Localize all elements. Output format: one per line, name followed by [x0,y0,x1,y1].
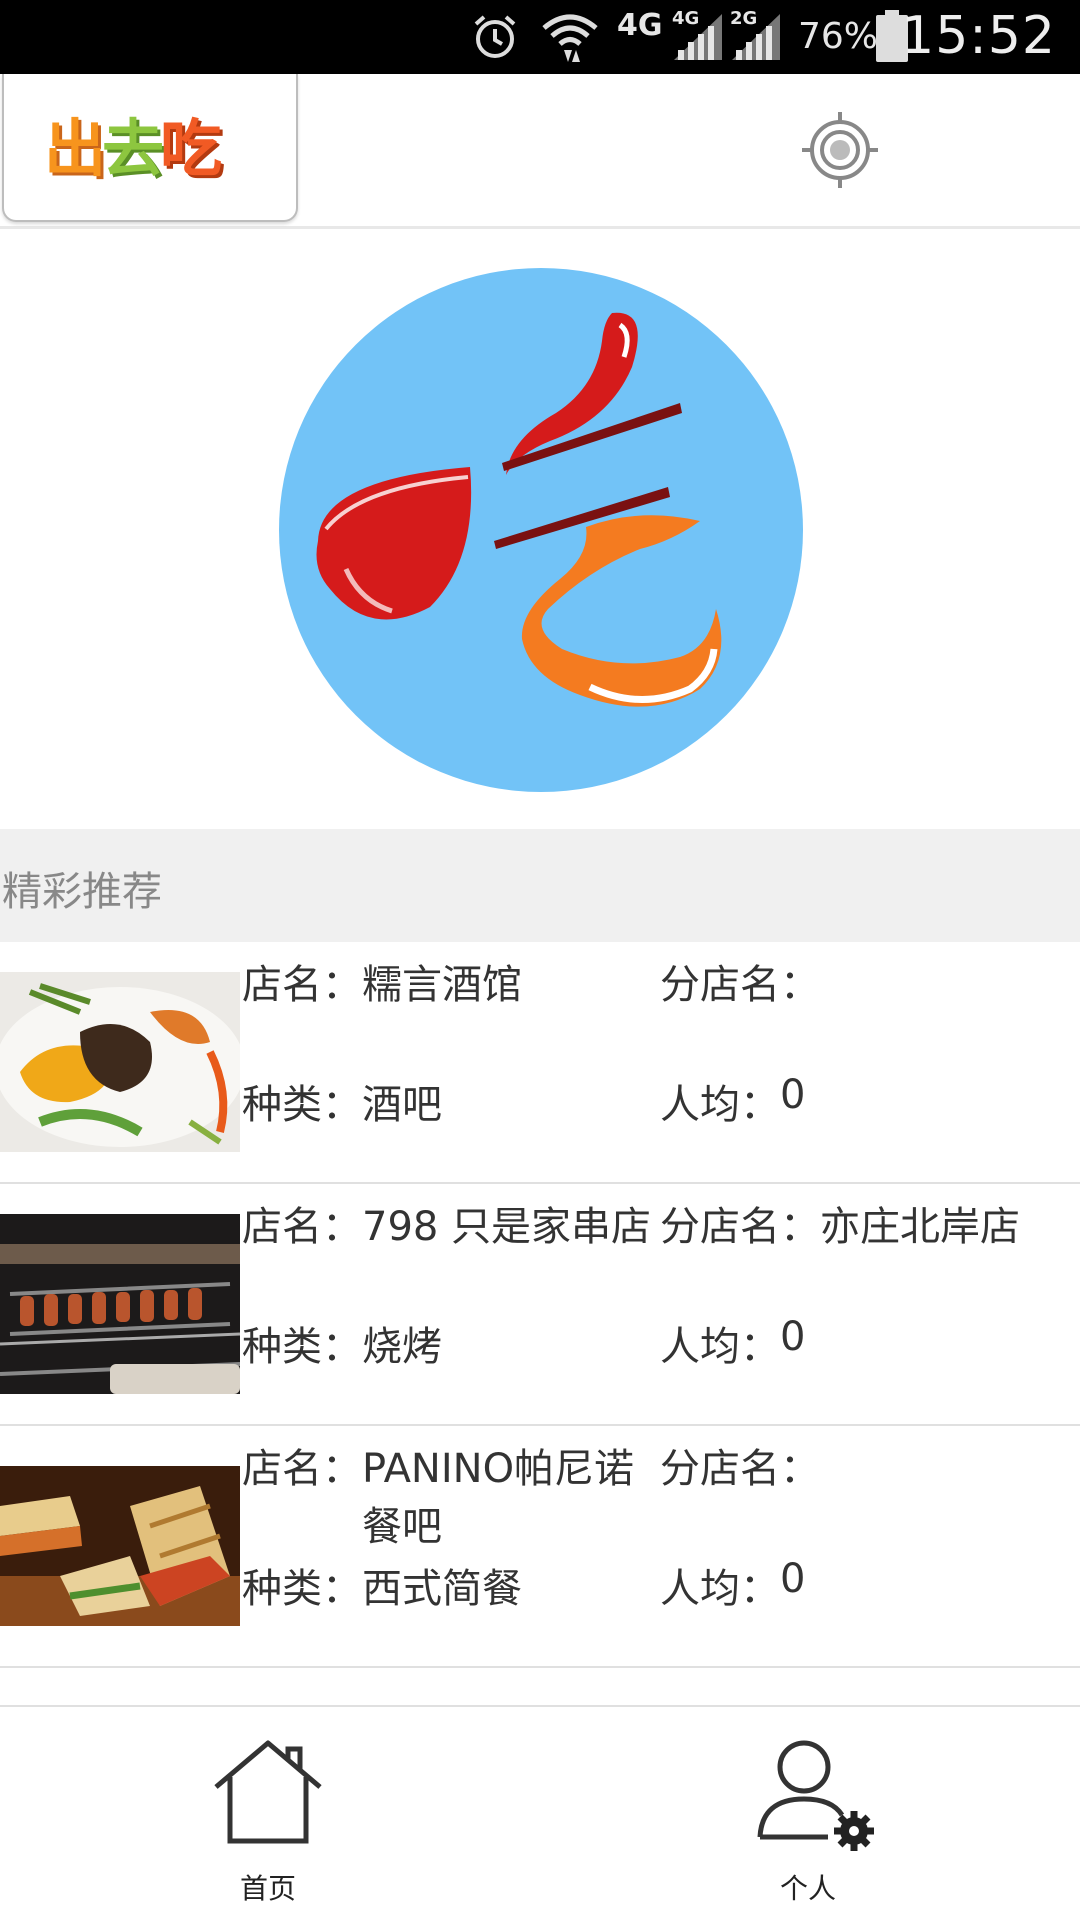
avg-price: 0 [780,1314,806,1360]
signal-icon [732,14,780,60]
wifi-icon [542,14,598,62]
branch-name-label: 分店名： [660,1204,820,1250]
category-field: 种类：西式简餐 [242,1556,642,1614]
shop-name-field: 店名：PANINO帕尼诺餐吧 [242,1436,642,1552]
app-logo: 出去吃 [2,74,298,222]
category-label: 种类： [242,1082,362,1128]
logo-text: 出去吃 [44,98,222,188]
shop-name-field: 店名：798 只是家串店 [242,1194,662,1252]
crosshair-icon[interactable] [800,110,880,190]
avg-price-label: 人均： [660,1324,780,1370]
category-field: 种类：烧烤 [242,1314,642,1372]
nav-home[interactable]: 首页 [168,1707,368,1922]
branch-name-label: 分店名： [660,962,820,1008]
branch-name-field: 分店名：亦庄北岸店 [660,1194,1080,1252]
list-item[interactable]: 店名：798 只是家串店 分店名：亦庄北岸店 种类：烧烤 人均：0 [0,1184,1080,1426]
shop-category: 酒吧 [362,1082,442,1128]
branch-name-label: 分店名： [660,1446,820,1492]
shop-thumbnail [0,972,240,1152]
section-title: 精彩推荐 [2,869,162,915]
shop-name-label: 店名： [242,1446,362,1492]
avg-price-field: 人均：0 [660,1314,1060,1372]
avg-price: 0 [780,1072,806,1118]
shop-thumbnail [0,1214,240,1394]
logo-char: 吃 [160,112,222,185]
list-item[interactable]: 店名：糯言酒馆 分店名： 种类：酒吧 人均：0 [0,942,1080,1184]
app-header: 出去吃 [0,74,1080,229]
shop-name: 798 只是家串店 [362,1204,652,1250]
hero-banner [0,229,1080,829]
logo-char: 去 [102,112,164,185]
clock: 15:52 [901,6,1056,66]
avg-price: 0 [780,1556,806,1602]
shop-name-field: 店名：糯言酒馆 [242,952,642,1010]
avg-price-field: 人均：0 [660,1072,1060,1130]
shop-name: 糯言酒馆 [362,962,522,1008]
battery-percent: 76% [798,16,879,57]
shop-category: 西式简餐 [362,1566,522,1612]
list-item[interactable]: 店名：PANINO帕尼诺餐吧 分店名： 种类：西式简餐 人均：0 [0,1426,1080,1668]
section-header: 精彩推荐 [0,829,1080,942]
chi-logo-icon [279,268,803,792]
branch-name-field: 分店名： [660,952,1080,1010]
network-type-label: 4G [617,8,663,43]
nav-profile[interactable]: 个人 [708,1707,908,1922]
branch-name: 亦庄北岸店 [820,1204,1020,1250]
nav-profile-label: 个人 [779,1872,836,1905]
avg-price-label: 人均： [660,1566,780,1612]
status-bar: 4G 4G 2G 76% 15:52 [0,0,1080,74]
shop-name-label: 店名： [242,1204,362,1250]
logo-char: 出 [44,112,106,185]
bottom-nav: 首页 个人 [0,1705,1080,1922]
shop-name-label: 店名： [242,962,362,1008]
shop-category: 烧烤 [362,1324,442,1370]
nav-home-label: 首页 [239,1872,296,1905]
category-label: 种类： [242,1324,362,1370]
category-field: 种类：酒吧 [242,1072,642,1130]
category-label: 种类： [242,1566,362,1612]
branch-name-field: 分店名： [660,1436,1080,1494]
avg-price-field: 人均：0 [660,1556,1060,1614]
signal-icon [674,14,722,60]
shop-thumbnail [0,1466,240,1626]
alarm-icon [474,15,516,58]
user-settings-icon [757,1740,874,1851]
avg-price-label: 人均： [660,1082,780,1128]
home-icon [214,1740,322,1844]
shop-name: PANINO帕尼诺餐吧 [362,1446,635,1550]
